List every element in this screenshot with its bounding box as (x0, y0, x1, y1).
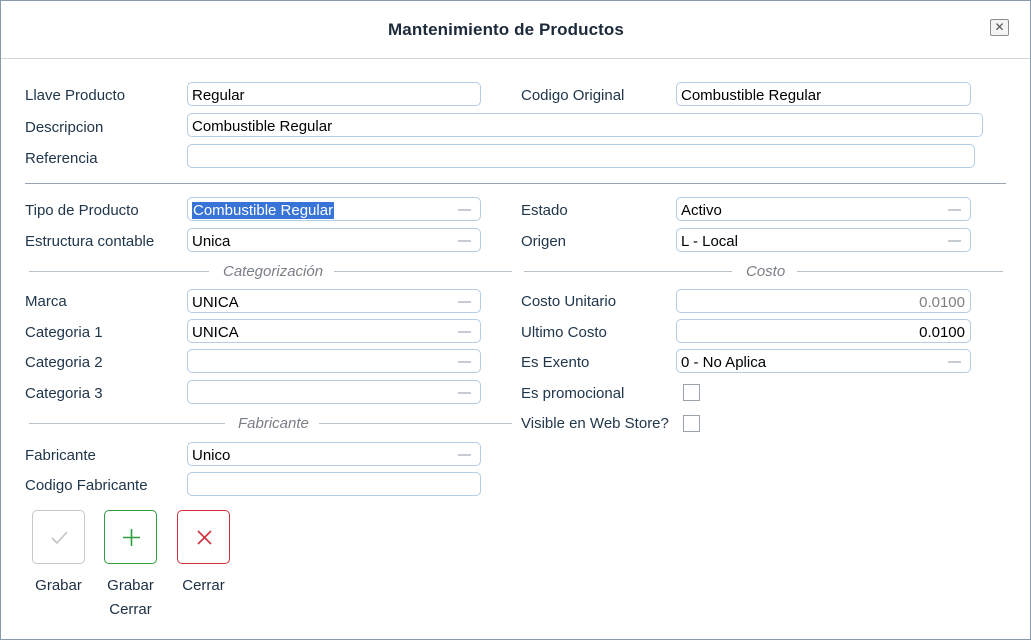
estado-label: Estado (521, 202, 568, 219)
es-exento-label: Es Exento (521, 354, 590, 371)
estructura-contable-label: Estructura contable (25, 233, 155, 250)
categoria-3-label: Categoria 3 (25, 385, 103, 402)
fabricante-line-right (319, 423, 512, 424)
dropdown-arrow-icon (458, 454, 471, 456)
costo-line-right (797, 271, 1003, 272)
origen-select[interactable]: L - Local (676, 228, 971, 252)
product-maintenance-dialog: Mantenimiento de Productos ✕ Llave Produ… (0, 0, 1031, 640)
categoria-1-select[interactable]: UNICA (187, 319, 481, 343)
tipo-producto-select[interactable]: Combustible Regular (187, 197, 481, 221)
es-exento-select[interactable]: 0 - No Aplica (676, 349, 971, 373)
es-exento-value: 0 - No Aplica (681, 354, 767, 371)
categoria-1-label: Categoria 1 (25, 324, 103, 341)
fabricante-line-left (29, 423, 225, 424)
categorizacion-line-left (29, 271, 209, 272)
categorizacion-section-title: Categorización (223, 263, 324, 280)
costo-section-title: Costo (746, 263, 786, 280)
descripcion-input[interactable]: Combustible Regular (187, 113, 983, 137)
estado-select[interactable]: Activo (676, 197, 971, 221)
plus-icon (123, 529, 140, 546)
dropdown-arrow-icon (458, 301, 471, 303)
dialog-titlebar: Mantenimiento de Productos ✕ (1, 1, 1030, 59)
llave-producto-label: Llave Producto (25, 87, 126, 104)
fabricante-value: Unico (192, 447, 231, 464)
categoria-2-select[interactable] (187, 349, 481, 373)
check-icon (51, 531, 68, 545)
referencia-input[interactable] (187, 144, 975, 168)
fabricante-section-title: Fabricante (238, 415, 309, 432)
dropdown-arrow-icon (458, 361, 471, 363)
costo-unitario-value: 0.0100 (919, 294, 965, 311)
grabar-cerrar-label-line2: Cerrar (109, 601, 152, 618)
costo-unitario-input[interactable]: 0.0100 (676, 289, 971, 313)
estado-value: Activo (681, 202, 722, 219)
origen-label: Origen (521, 233, 567, 250)
ultimo-costo-value: 0.0100 (919, 324, 965, 341)
dropdown-arrow-icon (948, 361, 961, 363)
codigo-original-label: Codigo Original (521, 87, 625, 104)
dropdown-arrow-icon (948, 209, 961, 211)
categoria-3-select[interactable] (187, 380, 481, 404)
llave-producto-input[interactable]: Regular (187, 82, 481, 106)
marca-select[interactable]: UNICA (187, 289, 481, 313)
tipo-producto-value: Combustible Regular (192, 202, 335, 219)
dropdown-arrow-icon (458, 209, 471, 211)
cerrar-button[interactable] (177, 510, 230, 564)
visible-web-store-checkbox[interactable] (683, 415, 700, 432)
descripcion-value: Combustible Regular (192, 118, 333, 135)
codigo-original-input[interactable]: Combustible Regular (676, 82, 971, 106)
ultimo-costo-input[interactable]: 0.0100 (676, 319, 971, 343)
ultimo-costo-label: Ultimo Costo (521, 324, 607, 341)
fabricante-select[interactable]: Unico (187, 442, 481, 466)
es-promocional-label: Es promocional (521, 385, 625, 402)
grabar-cerrar-label: Grabar Cerrar (100, 574, 161, 622)
grabar-label: Grabar (35, 577, 82, 594)
grabar-button[interactable] (32, 510, 85, 564)
cerrar-label: Cerrar (182, 577, 225, 594)
dropdown-arrow-icon (948, 240, 961, 242)
llave-producto-value: Regular (192, 87, 245, 104)
costo-unitario-label: Costo Unitario (521, 293, 617, 310)
fabricante-label: Fabricante (25, 447, 96, 464)
referencia-label: Referencia (25, 150, 98, 167)
grabar-cerrar-label-line1: Grabar (107, 577, 154, 594)
es-promocional-checkbox[interactable] (683, 384, 700, 401)
estructura-contable-select[interactable]: Unica (187, 228, 481, 252)
section-divider (25, 183, 1006, 184)
x-icon (197, 530, 212, 545)
origen-value: L - Local (681, 233, 738, 250)
categoria-1-value: UNICA (192, 324, 239, 341)
codigo-original-value: Combustible Regular (681, 87, 822, 104)
estructura-contable-value: Unica (192, 233, 231, 250)
grabar-cerrar-button[interactable] (104, 510, 157, 564)
marca-label: Marca (25, 293, 67, 310)
dropdown-arrow-icon (458, 240, 471, 242)
dialog-title: Mantenimiento de Productos (388, 20, 624, 39)
categoria-2-label: Categoria 2 (25, 354, 103, 371)
close-icon[interactable]: ✕ (990, 19, 1009, 36)
visible-web-store-label: Visible en Web Store? (521, 415, 669, 432)
dropdown-arrow-icon (458, 331, 471, 333)
dropdown-arrow-icon (458, 392, 471, 394)
costo-line-left (524, 271, 732, 272)
descripcion-label: Descripcion (25, 119, 104, 136)
marca-value: UNICA (192, 294, 239, 311)
codigo-fabricante-label: Codigo Fabricante (25, 477, 148, 494)
tipo-producto-label: Tipo de Producto (25, 202, 139, 219)
categorizacion-line-right (334, 271, 512, 272)
codigo-fabricante-input[interactable] (187, 472, 481, 496)
